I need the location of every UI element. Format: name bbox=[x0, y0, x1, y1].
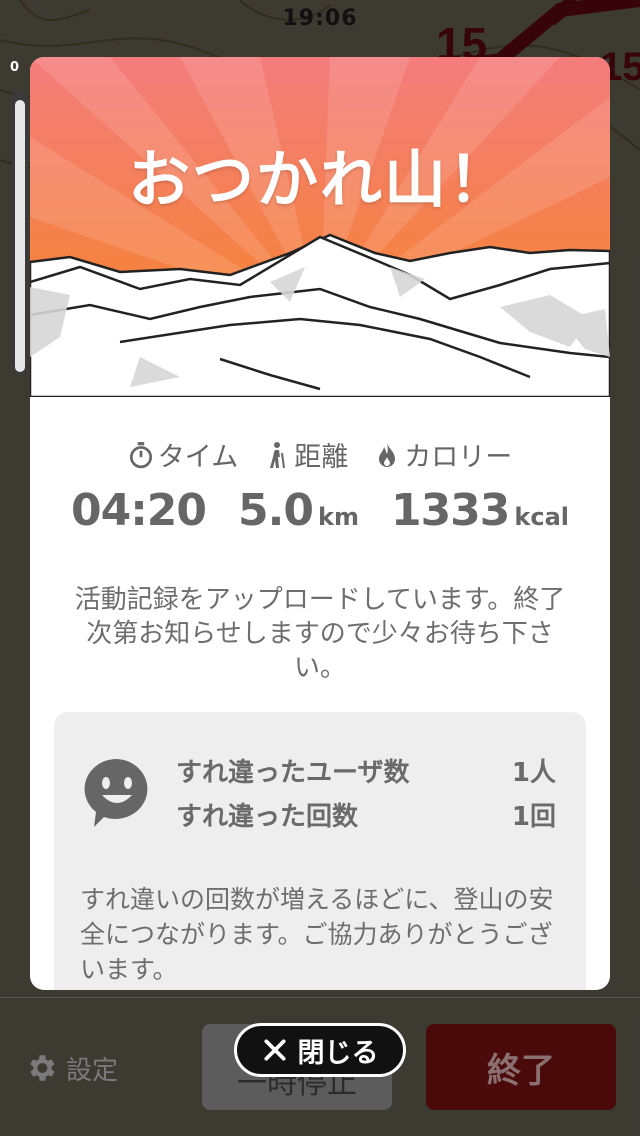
toolbar-divider bbox=[0, 997, 640, 998]
settings-button[interactable]: 設定 bbox=[24, 1048, 118, 1088]
time-value: 04:20 bbox=[70, 485, 207, 536]
encounter-note: すれ違いの回数が増えるほどに、登山の安全につながります。ご協力ありがとうございま… bbox=[80, 885, 554, 984]
calories-value-group: 1333 kcal bbox=[391, 485, 569, 536]
mountain-illustration bbox=[30, 57, 610, 397]
encounter-count-value: 1回 bbox=[511, 802, 556, 832]
finish-label: 終了 bbox=[487, 1050, 555, 1091]
smiley-chat-icon bbox=[84, 758, 148, 827]
close-icon bbox=[263, 1039, 286, 1061]
encounter-count-label: すれ違った回数 bbox=[176, 802, 359, 832]
congrats-title: おつかれ山！ bbox=[127, 143, 512, 216]
encounter-count-row: すれ違った回数 1回 bbox=[176, 796, 556, 833]
time-stat-label: タイム bbox=[128, 435, 238, 474]
gear-icon bbox=[30, 1055, 55, 1081]
zoom-scale-label: 0 bbox=[10, 60, 20, 75]
encounter-users-label: すれ違ったユーザ数 bbox=[176, 758, 410, 788]
distance-stat-label: 距離 bbox=[264, 435, 348, 474]
close-label: 閉じる bbox=[297, 1037, 379, 1069]
time-label: タイム bbox=[157, 442, 239, 473]
zoom-slider-thumb[interactable] bbox=[15, 100, 25, 372]
summary-modal: おつかれ山！ タイム 距離 カロリー 04:20 5.0 km 1333 kca… bbox=[30, 57, 610, 990]
calories-unit: kcal bbox=[514, 503, 570, 531]
hiker-icon bbox=[270, 441, 286, 468]
flame-icon bbox=[379, 442, 396, 467]
stats-values: 04:20 5.0 km 1333 kcal bbox=[30, 485, 610, 536]
encounter-panel: すれ違ったユーザ数 1人 すれ違った回数 1回 すれ違いの回数が増えるほどに、登… bbox=[54, 712, 586, 990]
status-bar-time: 19:06 bbox=[282, 6, 358, 31]
finish-button[interactable]: 終了 bbox=[426, 1024, 616, 1110]
calories-label: カロリー bbox=[404, 442, 513, 473]
upload-message: 活動記録をアップロードしています。終了次第お知らせしますので少々お待ち下さい。 bbox=[74, 585, 566, 683]
settings-label: 設定 bbox=[66, 1055, 119, 1086]
stopwatch-icon bbox=[129, 441, 152, 468]
distance-value-group: 5.0 km bbox=[238, 485, 359, 536]
distance-label: 距離 bbox=[294, 442, 349, 473]
distance-value: 5.0 bbox=[238, 485, 314, 536]
stats-labels: タイム 距離 カロリー bbox=[30, 435, 610, 474]
distance-unit: km bbox=[317, 503, 359, 531]
close-button[interactable]: 閉じる bbox=[234, 1023, 406, 1077]
encounter-users-value: 1人 bbox=[511, 758, 556, 788]
encounter-users-row: すれ違ったユーザ数 1人 bbox=[176, 752, 556, 789]
time-value-group: 04:20 bbox=[70, 485, 207, 536]
calories-value: 1333 bbox=[390, 485, 510, 536]
calories-stat-label: カロリー bbox=[374, 435, 512, 474]
